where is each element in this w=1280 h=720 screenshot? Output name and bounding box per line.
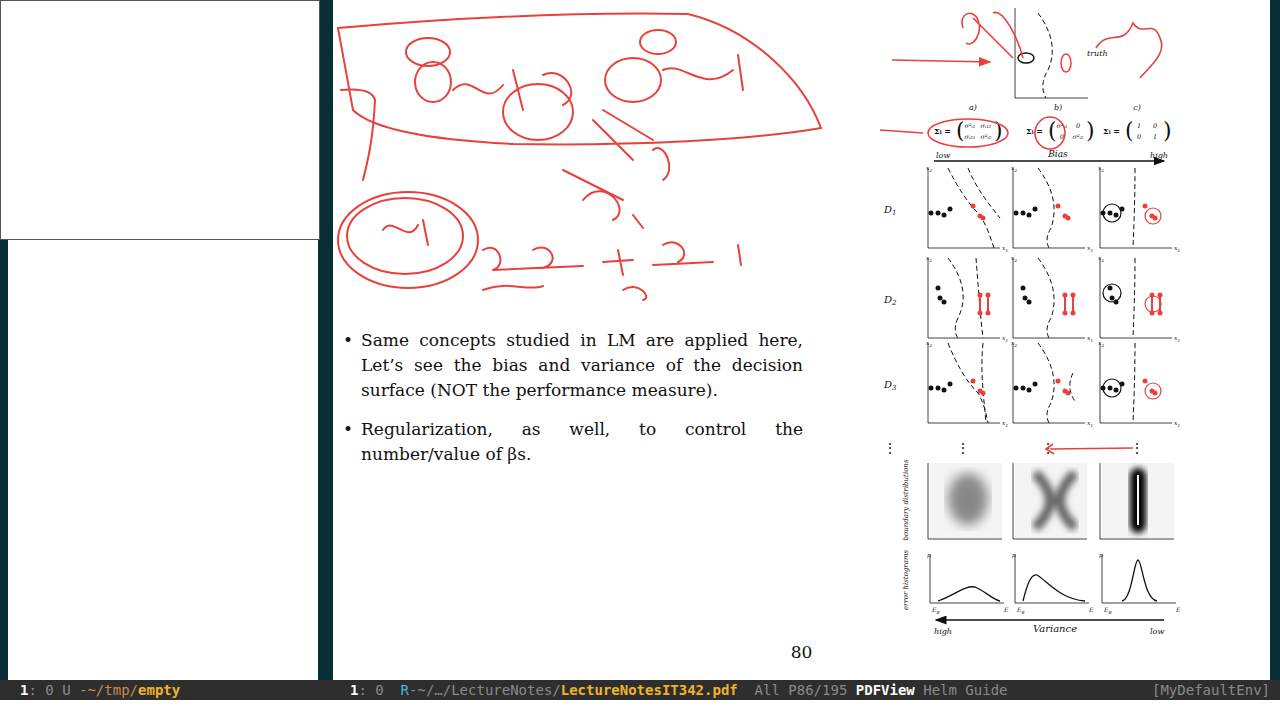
scatter-panel: x2 x1 — [1011, 254, 1093, 343]
svg-text:): ) — [994, 118, 1003, 143]
dataset-label: D1 — [883, 204, 897, 217]
scatter-panel: x2 x1 — [1098, 164, 1180, 253]
svg-text:1: 1 — [1137, 122, 1141, 130]
svg-text:E: E — [1175, 606, 1181, 613]
svg-text:high: high — [934, 627, 952, 636]
bullet-item: •Regularization, as well, to control the… — [343, 417, 803, 467]
axis-label: x2 — [1011, 339, 1017, 348]
mode-line: 1: 0 R-~/…/LectureNotes/LectureNotesIT34… — [330, 680, 1280, 700]
svg-text:Bias: Bias — [1047, 149, 1068, 159]
svg-text:(: ( — [956, 118, 965, 143]
axis-label: x2 — [926, 164, 932, 173]
left-window — [0, 0, 326, 680]
axis-label: x1 — [1174, 419, 1180, 428]
echo-area[interactable] — [0, 700, 1280, 720]
child-frame — [0, 0, 320, 240]
emacs-frame: •Same concepts studied in LM are applied… — [0, 0, 1280, 720]
boundary-label: boundary distributions — [902, 459, 910, 540]
axis-label: EB — [1016, 606, 1024, 615]
svg-text:Variance: Variance — [1033, 623, 1077, 634]
axis-label: x1 — [1174, 334, 1180, 343]
axis-label: x1 — [1174, 244, 1180, 253]
ink-annotation — [880, 12, 1162, 454]
bias-variance-figure: trutha)b)c)Σᵢ =(σ²ᵢ₁σᵢ₁₂σᵢ₂₁σ²ᵢ₂)Σᵢ =(σ²… — [878, 8, 1198, 638]
empty-buffer[interactable] — [8, 240, 318, 680]
scatter-panel: x2 x1 — [1011, 164, 1093, 253]
scatter-panel: x2 x1 — [926, 164, 1008, 253]
svg-text:Σᵢ =: Σᵢ = — [934, 126, 951, 136]
pdf-page[interactable]: •Same concepts studied in LM are applied… — [333, 0, 1270, 680]
axis-label: x2 — [1011, 254, 1017, 263]
error-histogram: p EB E — [927, 551, 1009, 615]
column-label: b) — [1054, 103, 1062, 112]
axis-label: x2 — [926, 254, 932, 263]
axis-label: x2 — [1011, 164, 1017, 173]
error-label: error histograms — [902, 549, 910, 610]
error-histogram: p EB E — [1099, 551, 1181, 615]
axis-label: x2 — [926, 339, 932, 348]
svg-text:p: p — [1012, 551, 1016, 559]
bullet-list: •Same concepts studied in LM are applied… — [333, 328, 803, 481]
boundary-distribution — [1100, 463, 1174, 539]
svg-text:low: low — [1150, 627, 1164, 636]
page-number: 80 — [333, 642, 1270, 680]
axis-label: x1 — [1002, 419, 1008, 428]
axis-label: x2 — [1098, 339, 1104, 348]
ellipsis-dots: ⋮ — [883, 440, 897, 456]
axis-label: x1 — [1087, 244, 1093, 253]
column-label: a) — [969, 103, 977, 112]
svg-text:E: E — [1003, 606, 1009, 613]
svg-text:1: 1 — [1153, 133, 1157, 141]
dataset-label: D2 — [883, 294, 897, 307]
pdf-window: •Same concepts studied in LM are applied… — [326, 0, 1280, 680]
axis-label: x1 — [1087, 419, 1093, 428]
svg-text:0: 0 — [1137, 133, 1141, 141]
svg-text:σᵢ₁₂: σᵢ₁₂ — [981, 122, 992, 130]
svg-text:(: ( — [1125, 118, 1134, 143]
covariance-matrix: Σᵢ = (1 0 0 1) — [1103, 118, 1172, 143]
svg-text:E: E — [1088, 606, 1094, 613]
svg-text:high: high — [1150, 151, 1168, 160]
axis-label: EB — [931, 606, 939, 615]
svg-text:0: 0 — [1153, 122, 1157, 130]
dataset-label: D3 — [883, 379, 897, 392]
variance-axis: high Variance low — [934, 620, 1164, 636]
svg-text:σ²ᵢ₂: σ²ᵢ₂ — [1073, 133, 1084, 141]
svg-text:p: p — [927, 551, 931, 559]
bias-axis: low Bias high — [934, 149, 1168, 161]
axis-label: x1 — [1002, 334, 1008, 343]
svg-text:Σᵢ =: Σᵢ = — [1103, 126, 1120, 136]
column-label: c) — [1133, 103, 1141, 112]
scatter-panel: x2 x1 — [926, 254, 1008, 343]
svg-text:σᵢ₂₁: σᵢ₂₁ — [965, 133, 976, 141]
mode-line: 1: 0 U -~/tmp/empty — [0, 680, 326, 700]
svg-text:): ) — [1086, 118, 1095, 143]
svg-text:σ²ᵢ₁: σ²ᵢ₁ — [965, 122, 976, 130]
svg-text:): ) — [1163, 118, 1172, 143]
boundary-distribution — [928, 463, 1002, 539]
ellipsis-dots: ⋮ — [956, 440, 970, 456]
axis-label: x1 — [1087, 334, 1093, 343]
svg-text:0: 0 — [1076, 122, 1080, 130]
axis-label: x2 — [1098, 164, 1104, 173]
axis-label: EB — [1103, 606, 1111, 615]
ink-annotation — [333, 0, 823, 310]
svg-text:(: ( — [1048, 118, 1057, 143]
axis-label: x1 — [1002, 244, 1008, 253]
error-histogram: p EB E — [1012, 551, 1094, 615]
svg-text:σ²ᵢ₂: σ²ᵢ₂ — [981, 133, 992, 141]
truth-label: truth — [1087, 49, 1108, 58]
boundary-distribution — [1013, 463, 1087, 539]
svg-text:low: low — [936, 151, 950, 160]
svg-text:p: p — [1099, 551, 1103, 559]
scatter-panel: x2 x1 — [1098, 339, 1180, 428]
scatter-panel: x2 x1 — [1098, 254, 1180, 343]
bullet-item: •Same concepts studied in LM are applied… — [343, 328, 803, 403]
scatter-panel: x2 x1 — [926, 339, 1008, 428]
scatter-panel: x2 x1 — [1011, 339, 1093, 428]
axis-label: x2 — [1098, 254, 1104, 263]
truth-panel: truth — [1015, 8, 1108, 98]
